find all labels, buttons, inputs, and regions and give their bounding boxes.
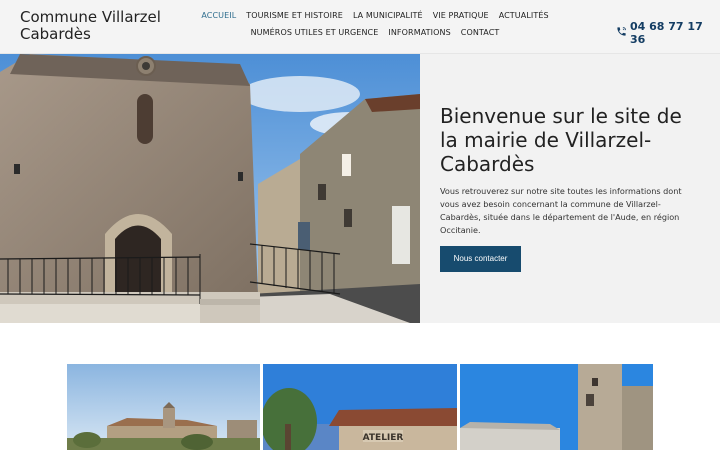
- main-nav: ACCUEIL TOURISME ET HISTOIRE LA MUNICIPA…: [201, 11, 548, 45]
- brand-line-2[interactable]: Cabardès: [20, 26, 161, 43]
- nav-row-2: NUMÉROS UTILES ET URGENCE INFORMATIONS C…: [220, 28, 530, 38]
- phone-link[interactable]: 04 68 77 17 36: [616, 20, 720, 46]
- brand-line-1[interactable]: Commune Villarzel: [20, 9, 161, 26]
- hero-panel: Bienvenue sur le site de la mairie de Vi…: [420, 54, 720, 323]
- contact-button[interactable]: Nous contacter: [440, 246, 521, 272]
- photo-gallery: ATELIER: [67, 364, 653, 450]
- nav-item-vie-pratique[interactable]: VIE PRATIQUE: [433, 11, 489, 21]
- hero-title: Bienvenue sur le site de la mairie de Vi…: [440, 104, 682, 176]
- hero-description: Vous retrouverez sur notre site toutes l…: [440, 186, 682, 235]
- nav-item-actualites[interactable]: ACTUALITÉS: [499, 11, 549, 21]
- nav-item-tourisme[interactable]: TOURISME ET HISTOIRE: [246, 11, 343, 21]
- nav-item-municipalite[interactable]: LA MUNICIPALITÉ: [353, 11, 423, 21]
- phone-number[interactable]: 04 68 77 17 36: [630, 20, 720, 46]
- nav-item-accueil[interactable]: ACCUEIL: [201, 11, 236, 21]
- nav-item-contact[interactable]: CONTACT: [461, 28, 500, 38]
- gallery-photo-atelier[interactable]: ATELIER: [263, 364, 457, 450]
- gallery-photo-tower[interactable]: [459, 364, 653, 450]
- nav-row-1: ACCUEIL TOURISME ET HISTOIRE LA MUNICIPA…: [201, 11, 548, 21]
- nav-item-numeros-utiles[interactable]: NUMÉROS UTILES ET URGENCE: [251, 28, 379, 38]
- site-header: Commune Villarzel Cabardès ACCUEIL TOURI…: [0, 0, 720, 54]
- nav-item-informations[interactable]: INFORMATIONS: [388, 28, 450, 38]
- phone-icon: [616, 26, 627, 40]
- gallery-photo-village[interactable]: [67, 364, 261, 450]
- site-logo-text[interactable]: Commune Villarzel Cabardès: [20, 9, 161, 43]
- atelier-sign: ATELIER: [363, 433, 404, 443]
- hero-church-photo: [0, 54, 420, 323]
